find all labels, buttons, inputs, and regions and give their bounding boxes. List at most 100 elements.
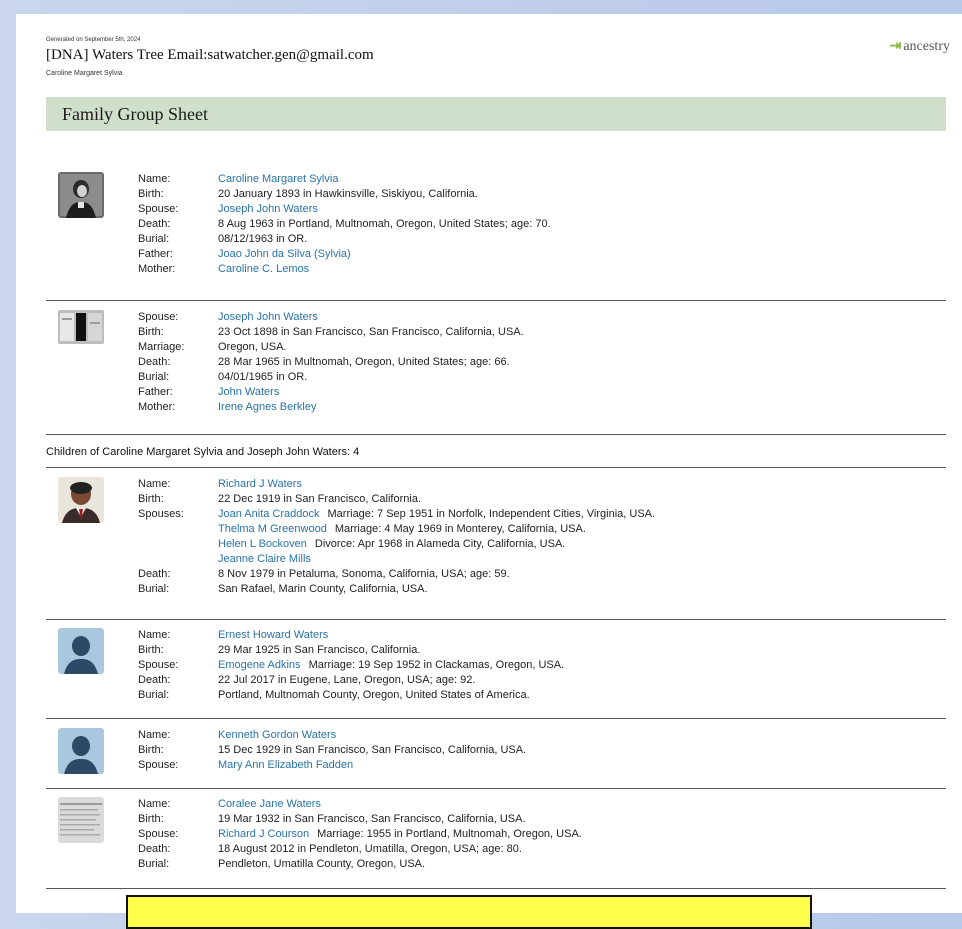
- child-record: Name: Kenneth Gordon Waters Birth: 15 Dec 1…: [46, 728, 946, 788]
- field-label: Death:: [138, 218, 171, 230]
- field-row: Death: 22 Jul 2017 in Eugene, Lane, Orego…: [138, 673, 475, 688]
- person-link[interactable]: Mary Ann Elizabeth Fadden: [218, 759, 353, 771]
- field-value: 8 Aug 1963 in Portland, Multnomah, Orego…: [218, 218, 551, 230]
- person-link[interactable]: Coralee Jane Waters: [218, 798, 321, 810]
- field-row: Spouse: Richard J Courson Marriage: 1955 i…: [138, 827, 582, 842]
- person-link[interactable]: Joseph John Waters: [218, 311, 318, 323]
- child-photo: [58, 477, 104, 523]
- field-label: Birth:: [138, 493, 164, 505]
- person-link[interactable]: Caroline C. Lemos: [218, 263, 309, 275]
- field-label: Death:: [138, 356, 171, 368]
- subject-person: Caroline Margaret Sylvia: [46, 70, 123, 77]
- person-link[interactable]: Helen L Bockoven: [218, 538, 307, 550]
- field-row: Birth: 29 Mar 1925 in San Francisco, Cali…: [138, 643, 420, 658]
- field-row: Spouses: Joan Anita Craddock Marriage: 7 S…: [138, 507, 655, 522]
- field-value: 08/12/1963 in OR.: [218, 233, 308, 245]
- mother-photo: [58, 172, 104, 218]
- field-value: Marriage: 7 Sep 1951 in Norfolk, Indepen…: [327, 508, 656, 520]
- person-link[interactable]: Richard J Courson: [218, 828, 309, 840]
- divider: [46, 467, 946, 468]
- field-label: Spouses:: [138, 508, 184, 520]
- person-link[interactable]: John Waters: [218, 386, 279, 398]
- mother-record: Name: Caroline Margaret Sylvia Birth: 20 Ja…: [46, 172, 946, 296]
- field-row: Spouse: Emogene Adkins Marriage: 19 Sep 19…: [138, 658, 564, 673]
- field-label: Name:: [138, 629, 171, 641]
- person-link[interactable]: Joao John da Silva (Sylvia): [218, 248, 351, 260]
- divider: [46, 788, 946, 789]
- field-label: Burial:: [138, 689, 170, 701]
- field-label: Name:: [138, 798, 171, 810]
- field-row: Burial: Portland, Multnomah County, Orego…: [138, 688, 530, 703]
- field-value: Marriage: 4 May 1969 in Monterey, Califo…: [334, 523, 586, 535]
- field-row: Spouse: Mary Ann Elizabeth Fadden: [138, 758, 353, 773]
- field-label: Father:: [138, 248, 173, 260]
- field-row: Jeanne Claire Mills: [138, 552, 311, 567]
- field-row: Name: Kenneth Gordon Waters: [138, 728, 336, 743]
- section-banner: Family Group Sheet: [46, 97, 946, 131]
- field-label: Burial:: [138, 858, 170, 870]
- field-label: Name:: [138, 729, 171, 741]
- person-link[interactable]: Caroline Margaret Sylvia: [218, 173, 338, 185]
- field-label: Spouse:: [138, 828, 179, 840]
- child-record: Name: Richard J Waters Birth: 22 Dec 1919 i…: [46, 477, 946, 617]
- field-row: Father: Joao John da Silva (Sylvia): [138, 247, 351, 262]
- divider: [46, 619, 946, 620]
- field-row: Birth: 15 Dec 1929 in San Francisco, San …: [138, 743, 526, 758]
- field-row: Death: 18 August 2012 in Pendleton, Umati…: [138, 842, 522, 857]
- field-value: 22 Jul 2017 in Eugene, Lane, Oregon, USA…: [218, 674, 476, 686]
- field-value: Marriage: 1955 in Portland, Multnomah, O…: [317, 828, 582, 840]
- field-value: 18 August 2012 in Pendleton, Umatilla, O…: [218, 843, 522, 855]
- child-record: Name: Coralee Jane Waters Birth: 19 Mar 193…: [46, 797, 946, 887]
- highlight-box: [126, 895, 812, 929]
- field-label: Death:: [138, 843, 171, 855]
- person-link[interactable]: Joseph John Waters: [218, 203, 318, 215]
- field-row: Burial: San Rafael, Marin County, Califor…: [138, 582, 428, 597]
- person-link[interactable]: Thelma M Greenwood: [218, 523, 327, 535]
- field-label: Birth:: [138, 744, 164, 756]
- ancestry-logo-text: ancestry: [903, 38, 950, 54]
- field-row: Birth: 20 January 1893 in Hawkinsville, S…: [138, 187, 478, 202]
- divider: [46, 300, 946, 301]
- field-label: Burial:: [138, 371, 170, 383]
- person-link[interactable]: Ernest Howard Waters: [218, 629, 328, 641]
- father-record: Spouse: Joseph John Waters Birth: 23 Oct 18…: [46, 310, 946, 434]
- field-row: Name: Richard J Waters: [138, 477, 302, 492]
- field-label: Birth:: [138, 188, 164, 200]
- field-value: 22 Dec 1919 in San Francisco, California…: [218, 493, 421, 505]
- person-link[interactable]: Richard J Waters: [218, 478, 302, 490]
- father-photo: [58, 310, 104, 344]
- field-row: Helen L Bockoven Divorce: Apr 1968 in Ala…: [138, 537, 565, 552]
- field-row: Name: Coralee Jane Waters: [138, 797, 321, 812]
- field-value: Pendleton, Umatilla County, Oregon, USA.: [218, 858, 426, 870]
- page-title: Family Group Sheet: [62, 104, 208, 124]
- divider: [46, 434, 946, 435]
- field-row: Burial: 08/12/1963 in OR.: [138, 232, 307, 247]
- person-link[interactable]: Joan Anita Craddock: [218, 508, 320, 520]
- field-value: San Rafael, Marin County, California, US…: [218, 583, 428, 595]
- field-row: Death: 28 Mar 1965 in Multnomah, Oregon, …: [138, 355, 510, 370]
- field-row: Thelma M Greenwood Marriage: 4 May 1969 i…: [138, 522, 586, 537]
- default-avatar-icon: [58, 628, 104, 674]
- field-label: Birth:: [138, 326, 164, 338]
- field-label: Mother:: [138, 263, 176, 275]
- field-label: Name:: [138, 173, 171, 185]
- field-row: Birth: 19 Mar 1932 in San Francisco, San …: [138, 812, 526, 827]
- field-label: Father:: [138, 386, 173, 398]
- field-label: Death:: [138, 568, 171, 580]
- person-link[interactable]: Jeanne Claire Mills: [218, 553, 311, 565]
- person-link[interactable]: Kenneth Gordon Waters: [218, 729, 336, 741]
- child-record: Name: Ernest Howard Waters Birth: 29 Mar 19…: [46, 628, 946, 718]
- field-label: Marriage:: [138, 341, 185, 353]
- field-row: Mother: Irene Agnes Berkley: [138, 400, 316, 415]
- field-label: Birth:: [138, 813, 164, 825]
- default-avatar-icon: [58, 728, 104, 774]
- ancestry-logo: ⇥ ancestry: [890, 38, 950, 55]
- field-row: Birth: 23 Oct 1898 in San Francisco, San …: [138, 325, 524, 340]
- field-value: 15 Dec 1929 in San Francisco, San Franci…: [218, 744, 527, 756]
- field-label: Birth:: [138, 644, 164, 656]
- field-row: Name: Caroline Margaret Sylvia: [138, 172, 338, 187]
- field-value: Portland, Multnomah County, Oregon, Unit…: [218, 689, 530, 701]
- person-link[interactable]: Emogene Adkins: [218, 659, 301, 671]
- field-row: Spouse: Joseph John Waters: [138, 310, 318, 325]
- person-link[interactable]: Irene Agnes Berkley: [218, 401, 316, 413]
